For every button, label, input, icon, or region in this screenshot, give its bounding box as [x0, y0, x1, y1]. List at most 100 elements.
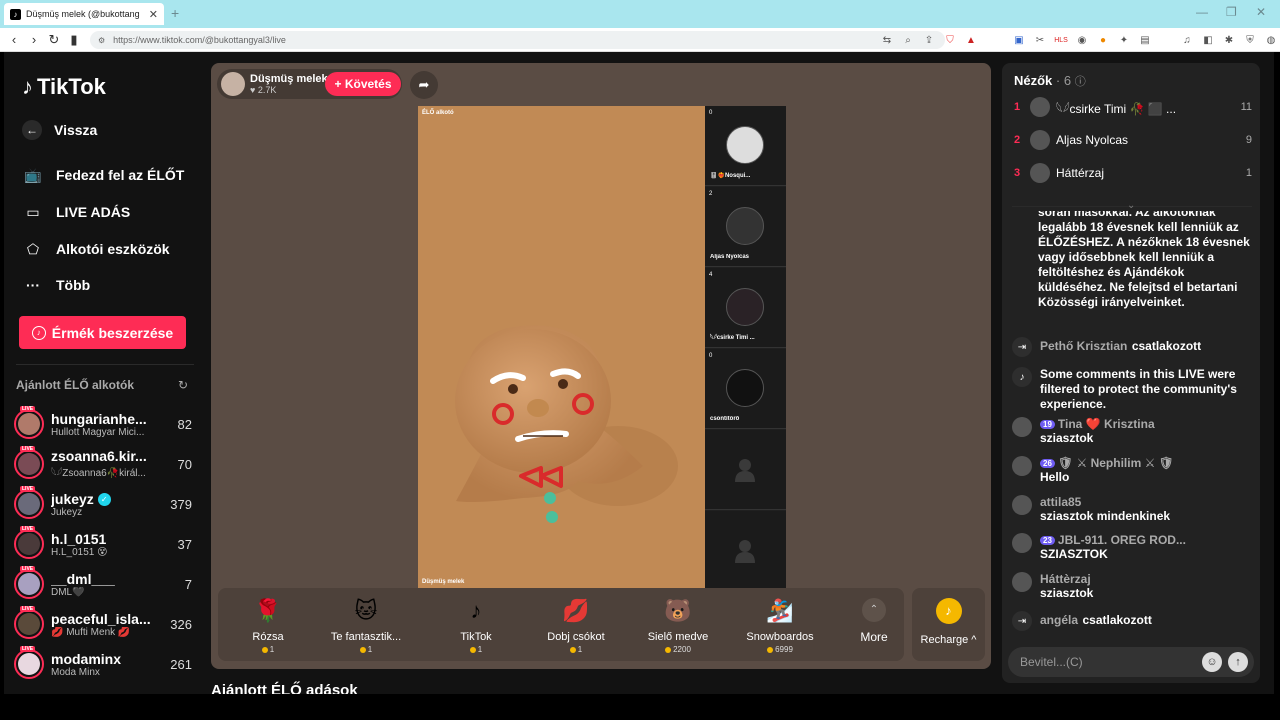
message-user[interactable]: Tina ❤️ Krisztina [1058, 417, 1155, 431]
creator-avatar[interactable]: LIVE [14, 446, 44, 479]
get-coins-button[interactable]: ♪ Érmék beszerzése [19, 316, 186, 349]
message-user[interactable]: angéla [1040, 613, 1078, 627]
viewer-row[interactable]: 2 Aljas Nyolcas 9 [1014, 128, 1252, 152]
creator-item[interactable]: LIVE modaminx Moda Minx 261 [14, 646, 192, 682]
extensions-icon[interactable]: ✱ [1222, 35, 1236, 46]
shield-icon[interactable]: ⛉ [943, 35, 957, 46]
nav-go-live[interactable]: ▭ LIVE ADÁS [22, 201, 130, 223]
info-icon[interactable]: ⓘ [1075, 76, 1086, 88]
creator-avatar[interactable]: LIVE [14, 486, 44, 519]
ext-f-icon[interactable]: ✦ [1117, 35, 1131, 46]
creator-item[interactable]: LIVE zsoanna6.kir... 𓆩𓆪Zsoanna6🥀királ... 70 [14, 446, 192, 482]
zoom-icon[interactable]: ⌕ [901, 35, 915, 46]
nav-creator-tools[interactable]: ⬠ Alkotói eszközök [22, 238, 170, 260]
message-body: 23 JBL-911. OREG ROD... SZIASZTOK [1040, 533, 1252, 562]
gift-name: TikTok [460, 631, 492, 643]
more-gifts-button[interactable]: ⌃ More [852, 598, 896, 644]
bookmark-icon[interactable]: ▮ [64, 32, 84, 48]
live-badge: LIVE [20, 526, 36, 532]
media-icon[interactable]: ♫ [1180, 35, 1194, 46]
main-video[interactable]: ÉLŐ alkotó Düşmüş melek [418, 106, 705, 588]
guest-slot[interactable]: 2 Aljas Nyolcas [705, 187, 786, 267]
share-icon[interactable]: ➦ [410, 71, 438, 99]
gift-item[interactable]: ♪ TikTok 1 [426, 596, 526, 654]
close-tab-icon[interactable]: ✕ [149, 8, 158, 21]
viewer-row[interactable]: 3 Háttérzaj 1 [1014, 161, 1252, 185]
guest-slot[interactable]: 4 𓆩𓆪csirke Timi ... [705, 268, 786, 348]
nav-more[interactable]: ··· Több [22, 274, 90, 296]
refresh-icon[interactable]: ↻ [178, 378, 188, 392]
close-window-icon[interactable]: ✕ [1256, 5, 1266, 19]
creator-item[interactable]: LIVE __dml___ DML🖤 7 [14, 566, 192, 602]
avatar-image [18, 533, 40, 555]
emoji-icon[interactable]: ☺ [1202, 652, 1222, 672]
ext-c-icon[interactable]: HLS [1054, 37, 1068, 44]
message-text: szia​sztok [1040, 431, 1094, 445]
minimize-icon[interactable]: — [1196, 5, 1208, 19]
translate-icon[interactable]: ⇆ [880, 35, 894, 46]
creator-avatar[interactable]: LIVE [14, 606, 44, 639]
chat-avatar[interactable] [1012, 572, 1032, 592]
follow-button[interactable]: + Követés [325, 72, 401, 96]
gift-item[interactable]: 🐻 Sielő medve 2200 [628, 596, 728, 654]
chat-input[interactable] [1020, 655, 1196, 669]
message-user[interactable]: Háttèrzaj [1040, 572, 1091, 586]
ext-g-icon[interactable]: ▤ [1138, 35, 1152, 46]
gift-item[interactable]: 🌹 Rózsa 1 [218, 596, 318, 654]
viewer-row[interactable]: 1 𓆩𓆪csirke Timi 🥀 ⬛ ... 11 [1014, 95, 1252, 119]
message-body: attila85 sziasztok mindenkinek [1040, 495, 1252, 524]
chat-avatar[interactable] [1012, 456, 1032, 476]
nav-explore-live[interactable]: 📺 Fedezd fel az ÉLŐT [22, 164, 184, 186]
gift-item[interactable]: 💋 Dobj csókot 1 [526, 596, 626, 654]
creator-avatar[interactable]: LIVE [14, 566, 44, 599]
creator-avatar[interactable]: LIVE [14, 646, 44, 679]
wallet-icon[interactable]: ⛨ [1243, 35, 1257, 46]
chat-avatar[interactable] [1012, 495, 1032, 515]
back-nav-icon[interactable]: ‹ [4, 32, 24, 47]
share-page-icon[interactable]: ⇪ [922, 35, 936, 46]
viewers-header: Nézők · 6 ⓘ [1014, 73, 1086, 89]
ext-a-icon[interactable]: ▣ [1012, 35, 1026, 46]
message-user[interactable]: attila85 [1040, 495, 1081, 509]
recharge-button[interactable]: ♪ Recharge ^ [912, 588, 985, 661]
vpn-icon[interactable]: ◍ [1264, 35, 1278, 46]
guest-slot[interactable]: 0 🎚️❤️‍🔥Nosqui... [705, 106, 786, 186]
message-user[interactable]: 🛡 ⚔ Nephilim ⚔ 🛡 [1058, 456, 1174, 470]
host-avatar[interactable] [221, 72, 245, 96]
empty-guest-slot[interactable] [705, 430, 786, 510]
tiktok-logo[interactable]: ♪ TikTok [22, 74, 106, 100]
gift-item[interactable]: 🏂 Snowboardos 6999 [730, 596, 830, 654]
creator-avatar[interactable]: LIVE [14, 526, 44, 559]
ext-d-icon[interactable]: ◉ [1075, 35, 1089, 46]
message-user[interactable]: JBL-911. OREG ROD... [1058, 533, 1186, 547]
triangle-icon[interactable]: ▲ [964, 35, 978, 46]
creator-item[interactable]: LIVE peaceful_isla... 💋 Mufti Menk 💋 326 [14, 606, 192, 642]
creator-item[interactable]: LIVE jukeyz ✓ Jukeyz 379 [14, 486, 192, 522]
creator-item[interactable]: LIVE hungarianhe... Hullott Magyar Mici...… [14, 406, 192, 442]
reload-icon[interactable]: ↻ [44, 32, 64, 48]
creator-avatar[interactable]: LIVE [14, 406, 44, 439]
maximize-icon[interactable]: ❐ [1226, 5, 1237, 19]
chat-avatar[interactable] [1012, 533, 1032, 553]
creator-item[interactable]: LIVE h.l_0151 H.L_0151 😵 37 [14, 526, 192, 562]
url-field[interactable]: ⚙ https://www.tiktok.com/@bukottangyal3/… [90, 31, 945, 49]
browser-tab[interactable]: ♪ Düşmüş melek (@bukottang ✕ [4, 3, 164, 25]
gift-item[interactable]: 🐱 Te fantasztik... 1 [316, 596, 416, 654]
message-user[interactable]: Pethő Krisztian [1040, 339, 1127, 353]
coin-icon: ♪ [935, 598, 962, 624]
chevron-up-icon: ⌃ [862, 598, 886, 622]
chat-avatar[interactable] [1012, 417, 1032, 437]
sidebar-toggle-icon[interactable]: ◧ [1201, 35, 1215, 46]
new-tab-button[interactable]: + [171, 5, 179, 21]
empty-guest-slot[interactable] [705, 511, 786, 591]
send-icon[interactable]: ↑ [1228, 652, 1248, 672]
ext-e-icon[interactable]: ● [1096, 35, 1110, 46]
chevron-down-icon[interactable]: ⌄ [1127, 200, 1135, 211]
forward-nav-icon[interactable]: › [24, 32, 44, 47]
guest-slot[interactable]: 0 csontitörő [705, 349, 786, 429]
back-button[interactable]: ← Vissza [22, 120, 97, 140]
ext-b-icon[interactable]: ✂ [1033, 35, 1047, 46]
viewer-score: 11 [1240, 101, 1252, 113]
live-badge: LIVE [20, 486, 36, 492]
site-settings-icon[interactable]: ⚙ [98, 36, 105, 45]
